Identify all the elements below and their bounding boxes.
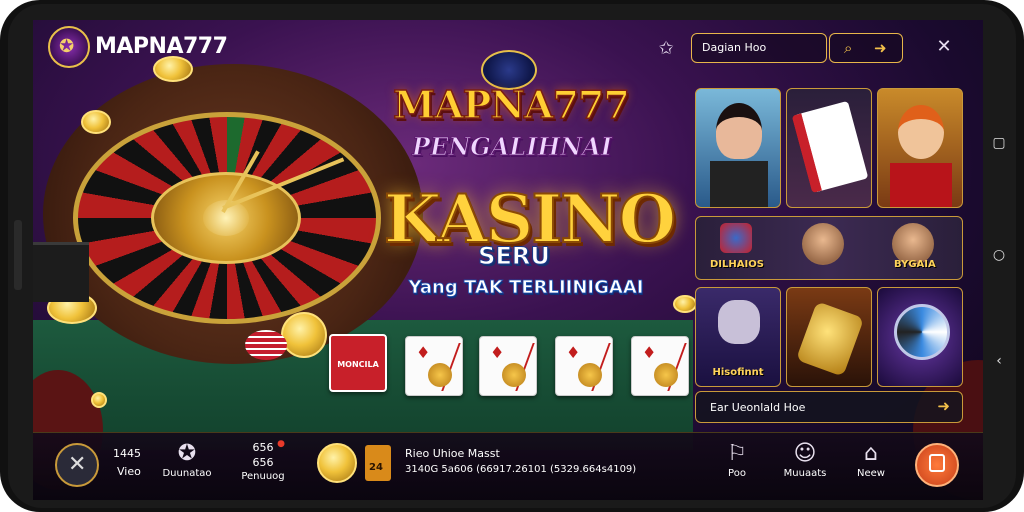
character-portrait: [802, 223, 844, 265]
rank-badge[interactable]: 24: [365, 445, 391, 481]
search-label: Dagian Hoo: [702, 41, 767, 54]
load-more-label: Ear Ueonlald Hoe: [710, 401, 806, 414]
wallet-tab[interactable]: 656 656 Penuuog ●: [233, 439, 293, 482]
gift-art: [720, 223, 752, 253]
game-tile[interactable]: [877, 88, 963, 208]
black-box: [33, 242, 89, 302]
medal-icon: ✪: [177, 441, 197, 466]
wolf-art: [718, 300, 760, 344]
search-field[interactable]: Dagian Hoo: [691, 33, 827, 63]
nav-label: Muuaats: [783, 468, 827, 479]
settings-button[interactable]: ✕: [55, 443, 99, 487]
map-icon: ⚐: [727, 441, 747, 466]
app-screen: MONCILA ♦ ♦ ♦ ♦ ✪ MAPNA777 MAPNA777 PENG…: [33, 20, 983, 500]
gold-coin: [153, 56, 193, 82]
game-label: Hisofinnt: [712, 367, 764, 378]
phone-left-button: [14, 220, 22, 290]
bonus-coin-icon[interactable]: [317, 443, 357, 483]
playing-card: ♦: [631, 336, 689, 396]
settings-icon: ✕: [68, 452, 87, 477]
game-tile[interactable]: [695, 88, 781, 208]
home-nav-icon[interactable]: ○: [990, 246, 1008, 264]
rank-label: 24: [369, 462, 383, 473]
wallet-label: Penuuog: [241, 471, 285, 482]
promotion-tab[interactable]: ✪ Duunatao: [157, 441, 217, 479]
search-icon[interactable]: ⌕: [844, 39, 852, 57]
character-portrait: [716, 103, 762, 159]
nav-label: Neew: [857, 468, 885, 479]
gold-coin: [91, 392, 107, 408]
game-label: DILHAIOS: [710, 259, 764, 270]
game-tile[interactable]: [786, 88, 872, 208]
wheel-art: [894, 304, 950, 360]
nav-chat-tab[interactable]: ☺ Muuaats: [777, 441, 833, 479]
game-tile[interactable]: Hisofinnt: [695, 287, 781, 387]
playing-card: ♦: [555, 336, 613, 396]
chip-stack: [245, 330, 287, 360]
hero-tagline: Yang TAK TERLIINIGAAI: [408, 277, 644, 299]
arrow-right-icon: ➜: [937, 397, 950, 415]
stat-label: Vieo: [117, 465, 141, 478]
home-icon: [929, 454, 945, 472]
game-banner-wide[interactable]: DILHAIOS BYGAIA: [695, 216, 963, 280]
playing-card: ♦: [479, 336, 537, 396]
gold-coin: [81, 110, 111, 134]
wolf-icon: ✪: [59, 36, 75, 57]
close-icon[interactable]: ✕: [931, 34, 957, 60]
promotion-label: Duunatao: [162, 468, 212, 479]
chat-icon: ☺: [793, 441, 817, 466]
gift-icon: ⌂: [864, 441, 878, 466]
back-nav-icon[interactable]: ‹: [990, 352, 1008, 370]
game-tile[interactable]: [786, 287, 872, 387]
card-art: [791, 100, 869, 194]
playing-card: ♦: [405, 336, 463, 396]
phone-frame: ▢ ○ ‹ MONCILA ♦ ♦ ♦ ♦ ✪ MAPNA777 MAPNA77…: [0, 0, 1024, 512]
game-tile[interactable]: [877, 287, 963, 387]
star-icon[interactable]: ✩: [653, 36, 679, 62]
stat-value: 1445: [113, 447, 141, 460]
arrow-icon[interactable]: ➜: [874, 39, 887, 57]
playing-card: MONCILA: [329, 334, 387, 392]
character-dress: [710, 161, 768, 207]
golden-bell-art: [795, 301, 865, 377]
recent-apps-icon[interactable]: ▢: [990, 134, 1008, 152]
gold-coin: [281, 312, 327, 358]
load-more-button[interactable]: Ear Ueonlald Hoe ➜: [695, 391, 963, 423]
nav-label: Poo: [728, 468, 746, 479]
marquee-title: Rieo Uhioe Masst: [405, 447, 500, 460]
marquee-text: 3140G 5a606 (66917.26101 (5329.664s4109): [405, 464, 637, 475]
nav-gift-tab[interactable]: ⌂ Neew: [847, 441, 895, 479]
card-label: MONCILA: [337, 360, 379, 369]
brand-logo-text[interactable]: MAPNA777: [95, 34, 228, 59]
bottom-bar: ✕ 1445 Vieo ✪ Duunatao 656 656 Penuuog ●…: [33, 432, 983, 500]
logo-emblem[interactable]: ✪: [48, 26, 90, 68]
gold-coin: [673, 295, 697, 313]
banner-brand: MAPNA777: [392, 81, 630, 128]
notification-badge: ●: [277, 439, 285, 449]
hero-sub: SERU: [478, 242, 551, 271]
nav-map-tab[interactable]: ⚐ Poo: [713, 441, 761, 479]
game-label: BYGAIA: [894, 259, 936, 270]
search-actions[interactable]: ⌕ ➜: [829, 33, 903, 63]
character-shirt: [890, 163, 952, 207]
banner-subtitle: PENGALIHNAI: [412, 132, 613, 162]
home-button[interactable]: [915, 443, 959, 487]
wallet-value-2: 656: [252, 456, 274, 469]
character-portrait: [898, 105, 944, 159]
